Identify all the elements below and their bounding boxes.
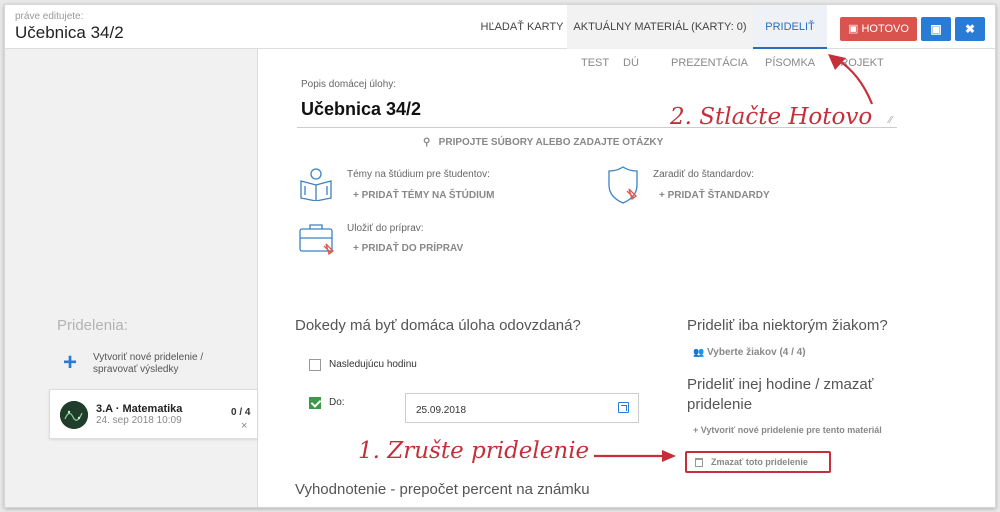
add-topics-button[interactable]: + PRIDAŤ TÉMY NA ŠTÚDIUM: [353, 190, 494, 201]
attach-files-label: PRIPOJTE SÚBORY ALEBO ZADAJTE OTÁZKY: [438, 137, 664, 148]
open-calendar-icon[interactable]: [618, 402, 629, 413]
close-icon: ✖: [964, 22, 976, 36]
add-to-prep-button[interactable]: + PRIDAŤ DO PRÍPRAV: [353, 243, 463, 254]
create-assignment-link[interactable]: Vytvoriť nové pridelenie / spravovať výs…: [93, 352, 233, 376]
prep-label: Uložiť do príprav:: [347, 223, 424, 234]
annotation-step-1: 1. Zrušte pridelenie: [358, 438, 590, 464]
tab-search-cards[interactable]: HĽADAŤ KARTY: [477, 5, 567, 49]
until-date-checkbox[interactable]: [309, 397, 321, 409]
next-lesson-checkbox[interactable]: [309, 359, 321, 371]
deadline-title: Dokedy má byť domáca úloha odovzdaná?: [295, 317, 581, 334]
next-lesson-label: Nasledujúcu hodinu: [329, 359, 417, 370]
assign-some-title: Prideliť iba niektorým žiakom?: [687, 317, 888, 334]
users-icon: 👥: [693, 347, 705, 357]
done-button-label: HOTOVO: [861, 23, 909, 35]
type-tab-project[interactable]: PROJEKT: [833, 57, 884, 69]
briefcase-icon: [299, 224, 334, 255]
assignment-count: 0 / 4: [231, 407, 251, 418]
assignment-date: 24. sep 2018 10:09: [96, 415, 182, 426]
trash-icon: [695, 458, 703, 467]
delete-assignment-button[interactable]: Zmazať toto pridelenie: [685, 451, 831, 473]
attach-files-link[interactable]: ⚲ PRIPOJTE SÚBORY ALEBO ZADAJTE OTÁZKY: [423, 137, 663, 148]
tab-assign[interactable]: PRIDELIŤ: [753, 5, 827, 49]
add-standards-button[interactable]: + PRIDAŤ ŠTANDARDY: [659, 190, 770, 201]
until-label: Do:: [329, 397, 345, 408]
top-bar: práve editujete: Učebnica 34/2 HĽADAŤ KA…: [5, 5, 995, 49]
tab-current-material[interactable]: AKTUÁLNY MATERIÁL (KARTY: 0): [567, 5, 753, 49]
type-tab-presentation[interactable]: PREZENTÁCIA: [671, 57, 748, 69]
floppy-icon: ▣: [930, 22, 942, 36]
editing-title: Učebnica 34/2: [15, 23, 124, 42]
evaluation-title: Vyhodnotenie - prepočet percent na známk…: [295, 481, 590, 498]
deadline-date-value: 25.09.2018: [416, 405, 467, 416]
description-label: Popis domácej úlohy:: [301, 79, 397, 90]
shield-icon: [608, 166, 638, 204]
floppy-icon: ▣: [848, 23, 859, 35]
assignments-heading: Pridelenia:: [57, 317, 128, 334]
type-tab-du[interactable]: DÚ: [623, 57, 639, 69]
resize-handle-icon[interactable]: ⁄⁄: [889, 115, 892, 126]
type-tab-exam[interactable]: PÍSOMKA: [765, 57, 815, 69]
description-input[interactable]: Učebnica 34/2: [301, 99, 421, 120]
deadline-date-input[interactable]: 25.09.2018: [405, 393, 639, 423]
assignment-group-name: 3.A · Matematika: [96, 403, 183, 415]
assign-other-title: Prideliť inej hodine / zmazať pridelenie: [687, 376, 874, 413]
paperclip-icon: ⚲: [423, 137, 431, 148]
delete-assignment-label: Zmazať toto pridelenie: [711, 457, 808, 467]
book-reader-icon: [300, 168, 332, 201]
assignment-card[interactable]: 3.A · Matematika 24. sep 2018 10:09 0 / …: [49, 389, 258, 439]
app-window: práve editujete: Učebnica 34/2 HĽADAŤ KA…: [4, 4, 996, 508]
create-assignment-for-material-link[interactable]: + Vytvoriť nové pridelenie pre tento mat…: [693, 425, 893, 436]
type-tab-test[interactable]: TEST: [581, 57, 609, 69]
select-students-link[interactable]: 👥 Vyberte žiakov (4 / 4): [693, 347, 806, 358]
annotation-step-2: 2. Stlačte Hotovo: [670, 104, 873, 130]
plus-icon[interactable]: +: [63, 351, 77, 375]
topics-label: Témy na štúdium pre študentov:: [347, 169, 490, 180]
save-button[interactable]: ▣: [921, 17, 951, 41]
editing-caption: práve editujete:: [15, 11, 84, 22]
remove-icon[interactable]: ×: [241, 420, 247, 432]
assignments-sidebar: Pridelenia: + Vytvoriť nové pridelenie /…: [5, 49, 258, 507]
done-button[interactable]: ▣ HOTOVO: [840, 17, 917, 41]
avatar: [60, 401, 88, 429]
close-button[interactable]: ✖: [955, 17, 985, 41]
select-students-label: Vyberte žiakov (4 / 4): [707, 347, 806, 358]
standards-label: Zaradiť do štandardov:: [653, 169, 755, 180]
